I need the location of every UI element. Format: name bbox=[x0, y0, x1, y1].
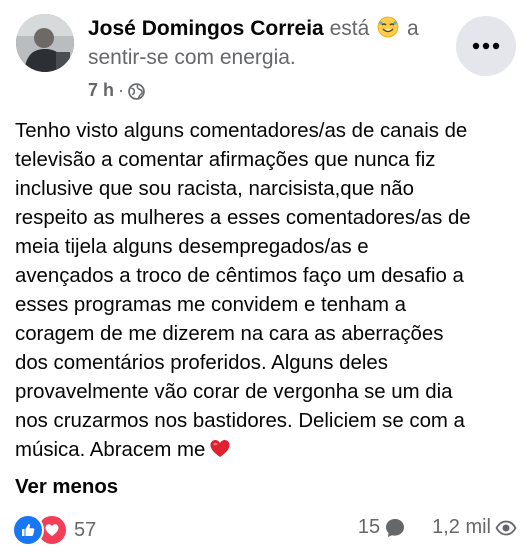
post-body: Tenho visto alguns comentadores/as de ca… bbox=[15, 117, 521, 465]
comments-stat[interactable]: 15 bbox=[358, 516, 406, 539]
views-count: 1,2 mil bbox=[432, 516, 491, 538]
comment-icon bbox=[384, 517, 406, 539]
more-options-button[interactable] bbox=[456, 16, 516, 76]
red-heart-icon bbox=[209, 438, 231, 460]
views-stat[interactable]: 1,2 mil bbox=[432, 516, 517, 539]
more-horizontal-icon bbox=[472, 42, 500, 50]
facebook-post: José Domingos Correia está a sentir-se c… bbox=[0, 0, 529, 553]
post-header: José Domingos Correia está a sentir-se c… bbox=[88, 14, 448, 72]
body-line: esses programas me convidem e tenham a bbox=[15, 294, 407, 316]
author-name[interactable]: José Domingos Correia bbox=[88, 17, 324, 40]
post-meta: 7 h · bbox=[88, 78, 145, 102]
see-less-link[interactable]: Ver menos bbox=[15, 476, 118, 499]
reactions-count: 57 bbox=[74, 518, 97, 541]
body-line: música. Abracem me bbox=[15, 439, 206, 461]
body-line: meia tijela alguns desempregados/as e bbox=[15, 236, 369, 258]
body-line: respeito as mulheres a esses comentadore… bbox=[15, 207, 471, 229]
comments-count: 15 bbox=[357, 516, 381, 538]
post-time[interactable]: 7 h bbox=[88, 78, 114, 102]
reactions-summary[interactable]: 57 bbox=[12, 514, 96, 546]
body-line: provavelmente vão corar de vergonha se u… bbox=[15, 381, 453, 403]
body-line-last: música. Abracem me bbox=[15, 436, 521, 465]
body-line: dos comentários proferidos. Alguns deles bbox=[15, 352, 388, 374]
post-stats: 15 1,2 mil bbox=[358, 516, 517, 539]
relieved-face-icon bbox=[377, 16, 399, 38]
author-avatar[interactable] bbox=[16, 14, 74, 72]
activity-prefix: está bbox=[329, 17, 370, 40]
body-line: coragem de me dizerem na cara as aberraç… bbox=[15, 323, 444, 345]
body-line: avençados a troco de cêntimos faço um de… bbox=[15, 265, 464, 287]
body-line: nos cruzarmos nos bastidores. Deliciem s… bbox=[15, 410, 465, 432]
globe-icon[interactable] bbox=[128, 82, 145, 100]
body-line: Tenho visto alguns comentadores/as de ca… bbox=[15, 120, 468, 142]
eye-icon bbox=[495, 517, 517, 539]
body-line: televisão a comentar afirmações que nunc… bbox=[15, 149, 436, 171]
meta-separator: · bbox=[118, 80, 125, 100]
body-line: inclusive que sou racista, narcisista,qu… bbox=[15, 178, 414, 200]
like-icon bbox=[12, 514, 44, 546]
